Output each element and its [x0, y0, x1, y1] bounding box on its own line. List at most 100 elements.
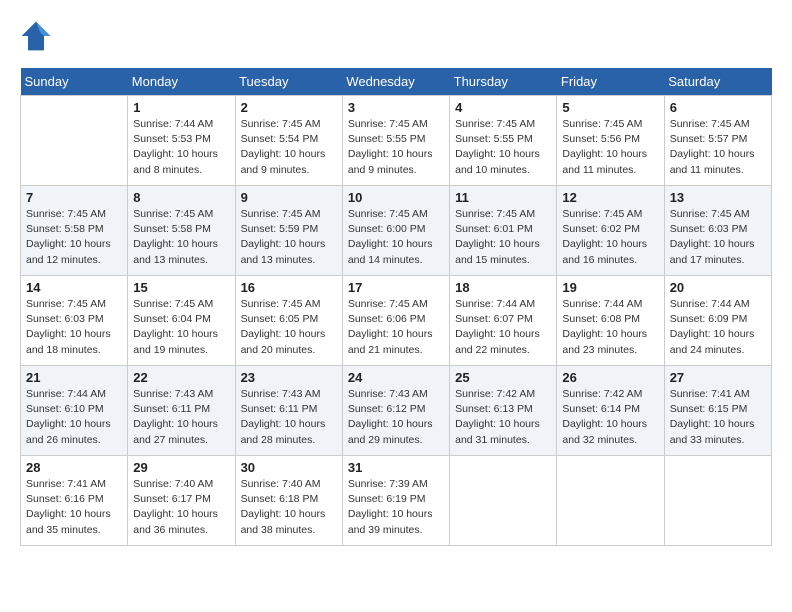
week-row-4: 21 Sunrise: 7:44 AMSunset: 6:10 PMDayligh…: [21, 366, 772, 456]
week-row-3: 14Sunrise: 7:45 AMSunset: 6:03 PMDayligh…: [21, 276, 772, 366]
day-number: 28: [26, 460, 122, 475]
day-info: Sunrise: 7:44 AMSunset: 6:09 PMDaylight:…: [670, 297, 766, 358]
day-info: Sunrise: 7:43 AMSunset: 6:12 PMDaylight:…: [348, 387, 444, 448]
day-number: 2: [241, 100, 337, 115]
day-info: Sunrise: 7:42 AMSunset: 6:13 PMDaylight:…: [455, 387, 551, 448]
day-info: Sunrise: 7:45 AMSunset: 5:57 PMDaylight:…: [670, 117, 766, 178]
day-cell: 30Sunrise: 7:40 AMSunset: 6:18 PMDayligh…: [235, 456, 342, 546]
day-number: 14: [26, 280, 122, 295]
day-cell: 27Sunrise: 7:41 AMSunset: 6:15 PMDayligh…: [664, 366, 771, 456]
day-info: Sunrise: 7:45 AMSunset: 5:58 PMDaylight:…: [26, 207, 122, 268]
day-number: 8: [133, 190, 229, 205]
day-number: 9: [241, 190, 337, 205]
day-number: 23: [241, 370, 337, 385]
day-cell: 9 Sunrise: 7:45 AMSunset: 5:59 PMDaylight…: [235, 186, 342, 276]
day-number: 7: [26, 190, 122, 205]
day-cell: 16Sunrise: 7:45 AMSunset: 6:05 PMDayligh…: [235, 276, 342, 366]
day-info: Sunrise: 7:41 AMSunset: 6:15 PMDaylight:…: [670, 387, 766, 448]
day-cell: 14Sunrise: 7:45 AMSunset: 6:03 PMDayligh…: [21, 276, 128, 366]
day-number: 15: [133, 280, 229, 295]
day-cell: 3Sunrise: 7:45 AMSunset: 5:55 PMDaylight…: [342, 96, 449, 186]
day-number: 12: [562, 190, 658, 205]
day-cell: 8 Sunrise: 7:45 AMSunset: 5:58 PMDaylight…: [128, 186, 235, 276]
day-number: 18: [455, 280, 551, 295]
day-info: Sunrise: 7:45 AMSunset: 6:00 PMDaylight:…: [348, 207, 444, 268]
day-cell: 12 Sunrise: 7:45 AMSunset: 6:02 PMDayligh…: [557, 186, 664, 276]
day-info: Sunrise: 7:45 AMSunset: 5:54 PMDaylight:…: [241, 117, 337, 178]
day-cell: 5 Sunrise: 7:45 AMSunset: 5:56 PMDaylight…: [557, 96, 664, 186]
day-cell: 11Sunrise: 7:45 AMSunset: 6:01 PMDayligh…: [450, 186, 557, 276]
day-info: Sunrise: 7:45 AMSunset: 5:55 PMDaylight:…: [348, 117, 444, 178]
header-day-monday: Monday: [128, 68, 235, 96]
header-day-sunday: Sunday: [21, 68, 128, 96]
day-cell: 13Sunrise: 7:45 AMSunset: 6:03 PMDayligh…: [664, 186, 771, 276]
day-info: Sunrise: 7:45 AMSunset: 5:56 PMDaylight:…: [562, 117, 658, 178]
day-cell: 17 Sunrise: 7:45 AMSunset: 6:06 PMDayligh…: [342, 276, 449, 366]
day-cell: 1Sunrise: 7:44 AMSunset: 5:53 PMDaylight…: [128, 96, 235, 186]
day-number: 22: [133, 370, 229, 385]
day-cell: 6Sunrise: 7:45 AMSunset: 5:57 PMDaylight…: [664, 96, 771, 186]
day-cell: 19Sunrise: 7:44 AMSunset: 6:08 PMDayligh…: [557, 276, 664, 366]
day-cell: [664, 456, 771, 546]
day-info: Sunrise: 7:45 AMSunset: 5:59 PMDaylight:…: [241, 207, 337, 268]
day-cell: 2 Sunrise: 7:45 AMSunset: 5:54 PMDaylight…: [235, 96, 342, 186]
day-cell: 28 Sunrise: 7:41 AMSunset: 6:16 PMDayligh…: [21, 456, 128, 546]
day-number: 25: [455, 370, 551, 385]
day-number: 24: [348, 370, 444, 385]
day-cell: 18 Sunrise: 7:44 AMSunset: 6:07 PMDayligh…: [450, 276, 557, 366]
day-info: Sunrise: 7:45 AMSunset: 6:05 PMDaylight:…: [241, 297, 337, 358]
day-info: Sunrise: 7:45 AMSunset: 6:03 PMDaylight:…: [670, 207, 766, 268]
day-cell: 29 Sunrise: 7:40 AMSunset: 6:17 PMDayligh…: [128, 456, 235, 546]
day-cell: 31 Sunrise: 7:39 AMSunset: 6:19 PMDayligh…: [342, 456, 449, 546]
day-number: 5: [562, 100, 658, 115]
header-day-wednesday: Wednesday: [342, 68, 449, 96]
day-info: Sunrise: 7:41 AMSunset: 6:16 PMDaylight:…: [26, 477, 122, 538]
day-info: Sunrise: 7:45 AMSunset: 5:58 PMDaylight:…: [133, 207, 229, 268]
day-info: Sunrise: 7:42 AMSunset: 6:14 PMDaylight:…: [562, 387, 658, 448]
header-day-thursday: Thursday: [450, 68, 557, 96]
day-info: Sunrise: 7:40 AMSunset: 6:17 PMDaylight:…: [133, 477, 229, 538]
day-info: Sunrise: 7:43 AMSunset: 6:11 PMDaylight:…: [241, 387, 337, 448]
header-day-friday: Friday: [557, 68, 664, 96]
day-info: Sunrise: 7:45 AMSunset: 6:04 PMDaylight:…: [133, 297, 229, 358]
day-info: Sunrise: 7:44 AMSunset: 6:10 PMDaylight:…: [26, 387, 122, 448]
day-number: 10: [348, 190, 444, 205]
day-info: Sunrise: 7:39 AMSunset: 6:19 PMDaylight:…: [348, 477, 444, 538]
day-cell: 26Sunrise: 7:42 AMSunset: 6:14 PMDayligh…: [557, 366, 664, 456]
day-info: Sunrise: 7:44 AMSunset: 6:07 PMDaylight:…: [455, 297, 551, 358]
day-info: Sunrise: 7:45 AMSunset: 5:55 PMDaylight:…: [455, 117, 551, 178]
day-cell: 10 Sunrise: 7:45 AMSunset: 6:00 PMDayligh…: [342, 186, 449, 276]
day-cell: 24 Sunrise: 7:43 AMSunset: 6:12 PMDayligh…: [342, 366, 449, 456]
day-cell: [450, 456, 557, 546]
header-day-tuesday: Tuesday: [235, 68, 342, 96]
day-number: 29: [133, 460, 229, 475]
day-number: 17: [348, 280, 444, 295]
day-number: 4: [455, 100, 551, 115]
week-row-5: 28 Sunrise: 7:41 AMSunset: 6:16 PMDayligh…: [21, 456, 772, 546]
day-cell: 7 Sunrise: 7:45 AMSunset: 5:58 PMDaylight…: [21, 186, 128, 276]
header-row: SundayMondayTuesdayWednesdayThursdayFrid…: [21, 68, 772, 96]
day-info: Sunrise: 7:44 AMSunset: 6:08 PMDaylight:…: [562, 297, 658, 358]
week-row-1: 1Sunrise: 7:44 AMSunset: 5:53 PMDaylight…: [21, 96, 772, 186]
day-cell: 25 Sunrise: 7:42 AMSunset: 6:13 PMDayligh…: [450, 366, 557, 456]
day-number: 31: [348, 460, 444, 475]
day-number: 21: [26, 370, 122, 385]
day-number: 11: [455, 190, 551, 205]
logo-icon: [20, 20, 52, 52]
day-number: 30: [241, 460, 337, 475]
calendar-table: SundayMondayTuesdayWednesdayThursdayFrid…: [20, 68, 772, 546]
day-cell: 22 Sunrise: 7:43 AMSunset: 6:11 PMDayligh…: [128, 366, 235, 456]
day-cell: 21 Sunrise: 7:44 AMSunset: 6:10 PMDayligh…: [21, 366, 128, 456]
day-info: Sunrise: 7:45 AMSunset: 6:06 PMDaylight:…: [348, 297, 444, 358]
week-row-2: 7 Sunrise: 7:45 AMSunset: 5:58 PMDaylight…: [21, 186, 772, 276]
day-cell: 15 Sunrise: 7:45 AMSunset: 6:04 PMDayligh…: [128, 276, 235, 366]
header-day-saturday: Saturday: [664, 68, 771, 96]
day-cell: 20Sunrise: 7:44 AMSunset: 6:09 PMDayligh…: [664, 276, 771, 366]
day-cell: [557, 456, 664, 546]
day-info: Sunrise: 7:43 AMSunset: 6:11 PMDaylight:…: [133, 387, 229, 448]
day-cell: 23 Sunrise: 7:43 AMSunset: 6:11 PMDayligh…: [235, 366, 342, 456]
day-info: Sunrise: 7:44 AMSunset: 5:53 PMDaylight:…: [133, 117, 229, 178]
logo: [20, 20, 56, 52]
day-info: Sunrise: 7:45 AMSunset: 6:02 PMDaylight:…: [562, 207, 658, 268]
day-cell: 4 Sunrise: 7:45 AMSunset: 5:55 PMDaylight…: [450, 96, 557, 186]
